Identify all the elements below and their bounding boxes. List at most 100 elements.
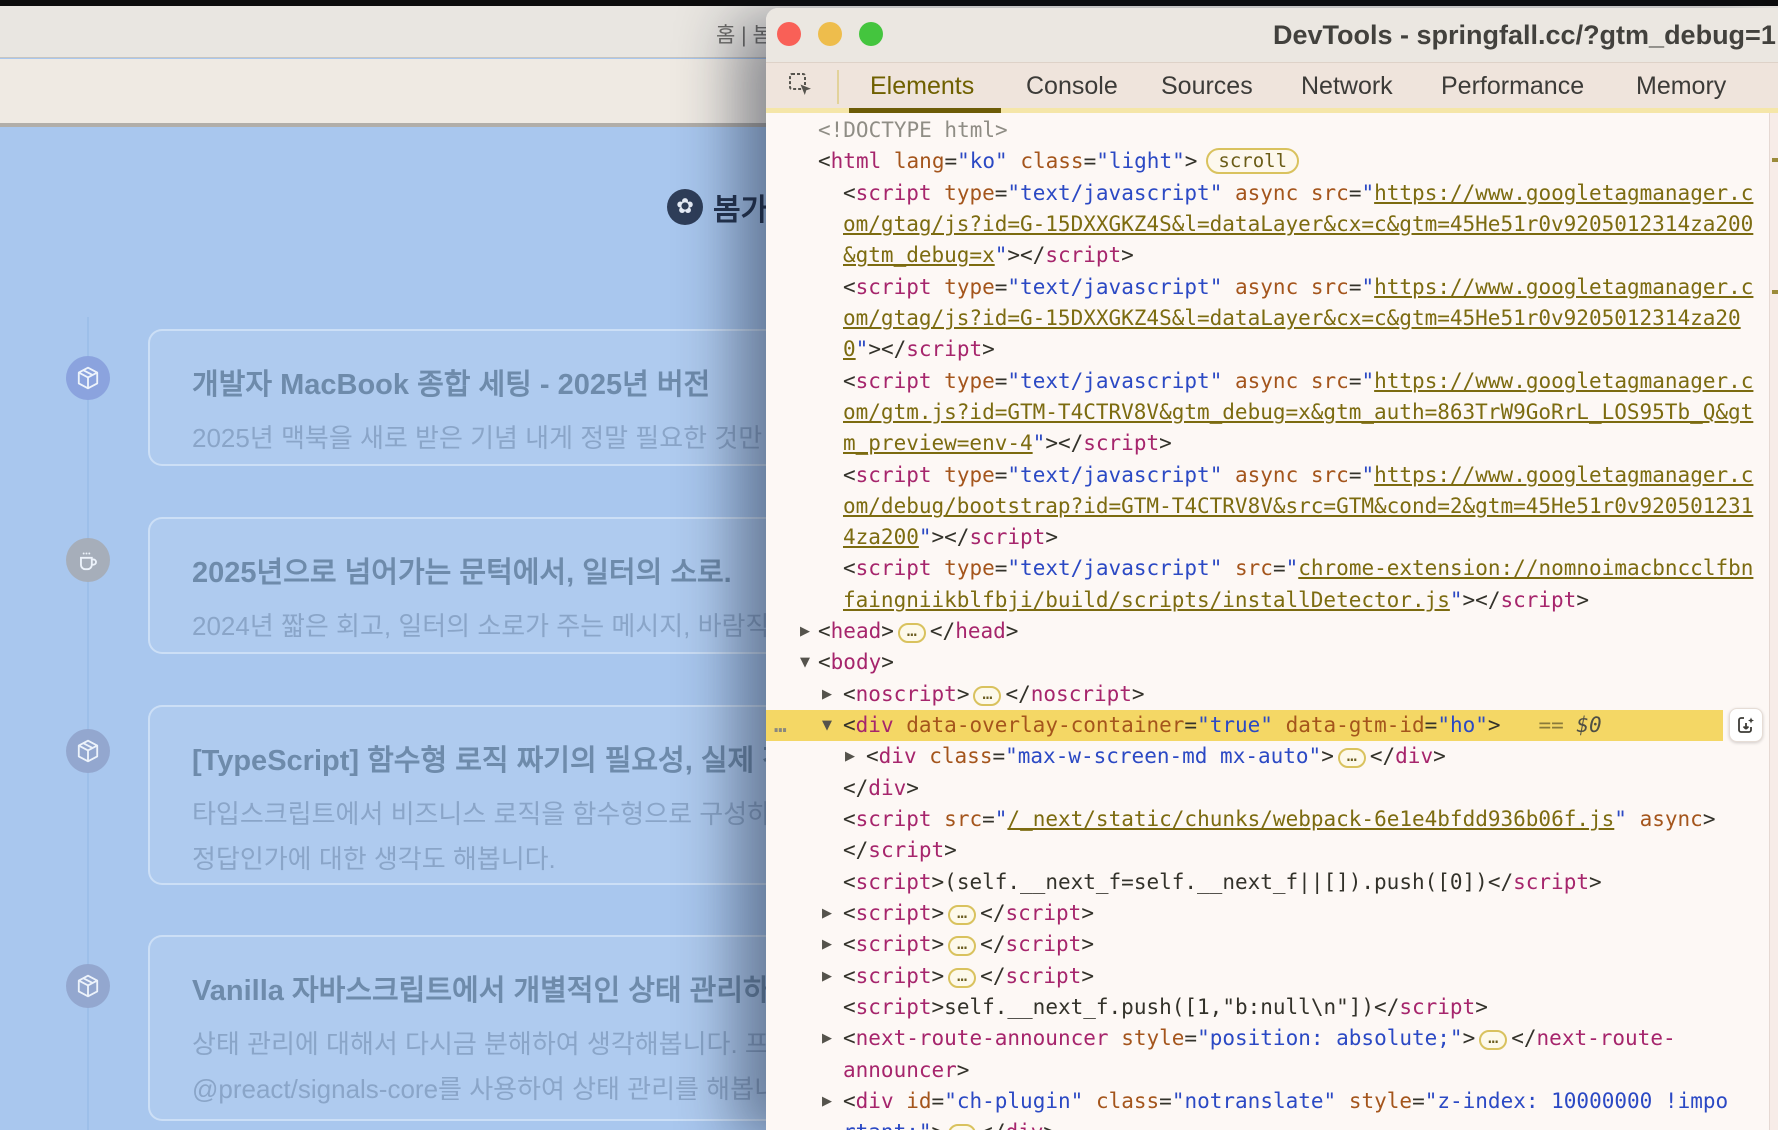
scrollbar-track[interactable] <box>1769 113 1778 1130</box>
tab-memory[interactable]: Memory <box>1636 72 1726 101</box>
code-token: div <box>856 1089 894 1113</box>
dom-tree-row[interactable]: ▶<script>…</script> <box>766 961 1769 992</box>
dom-tree-row[interactable]: <script type="text/javascript" async src… <box>766 272 1769 303</box>
code-token: == <box>1501 713 1577 737</box>
inspect-element-icon[interactable] <box>788 72 814 103</box>
dom-tree-row[interactable]: ▶<noscript>…</noscript> <box>766 679 1769 710</box>
tab-elements[interactable]: Elements <box>870 72 974 101</box>
code-token: "notranslate" <box>1172 1089 1336 1113</box>
row-options-dots[interactable]: … <box>774 710 788 741</box>
disclosure-triangle[interactable]: ▶ <box>822 929 832 960</box>
dom-tree-row[interactable]: m_preview=env-4"></script> <box>766 428 1769 459</box>
dom-tree-row[interactable]: ▶<next-route-announcer style="position: … <box>766 1023 1769 1054</box>
disclosure-triangle[interactable]: ▼ <box>800 647 810 678</box>
expand-ellipsis-badge[interactable]: … <box>973 686 1001 706</box>
code-token: < <box>843 807 856 831</box>
dom-tree-row[interactable]: <!DOCTYPE html> <box>766 115 1769 146</box>
dom-tree-row-selected[interactable]: …▼<div data-overlay-container="true" dat… <box>766 710 1723 741</box>
post-card[interactable]: [TypeScript] 함수형 로직 짜기의 필요성, 실제 적용, 그타입스… <box>148 705 828 885</box>
dom-tree-row[interactable]: ▶<head>…</head> <box>766 616 1769 647</box>
expand-ellipsis-badge[interactable]: … <box>948 968 976 988</box>
dom-tree-row[interactable]: ▶<div class="max-w-screen-md mx-auto">…<… <box>766 741 1769 772</box>
zoom-button[interactable] <box>859 22 883 46</box>
dom-tree-row[interactable]: </div> <box>766 773 1769 804</box>
dom-tree-row[interactable]: <script>(self.__next_f=self.__next_f||[]… <box>766 867 1769 898</box>
tab-network[interactable]: Network <box>1301 72 1393 101</box>
disclosure-triangle[interactable]: ▶ <box>822 898 832 929</box>
code-token: div <box>1005 1120 1043 1130</box>
dom-tree-row[interactable]: <script type="text/javascript" src="chro… <box>766 553 1769 584</box>
dom-tree-row[interactable]: om/gtm.js?id=GTM-T4CTRV8V&gtm_debug=x&gt… <box>766 397 1769 428</box>
expand-ellipsis-badge[interactable]: … <box>948 905 976 925</box>
disclosure-triangle[interactable]: ▶ <box>822 1023 832 1054</box>
expand-ellipsis-badge[interactable]: … <box>948 936 976 956</box>
expand-ellipsis-badge[interactable]: … <box>948 1124 976 1130</box>
dom-tree-row[interactable]: ▼<body> <box>766 647 1769 678</box>
expand-ellipsis-badge[interactable]: … <box>1338 748 1366 768</box>
code-token: class <box>929 744 992 768</box>
code-token: " <box>1033 431 1046 455</box>
devtools-titlebar[interactable]: DevTools - springfall.cc/?gtm_debug=1 <box>766 8 1778 62</box>
dom-tree-row[interactable]: faingniikblfbji/build/scripts/installDet… <box>766 585 1769 616</box>
dom-tree-row[interactable]: <script type="text/javascript" async src… <box>766 178 1769 209</box>
dom-tree-row[interactable]: ▶<div id="ch-plugin" class="notranslate"… <box>766 1086 1769 1117</box>
code-token: "text/javascript" <box>1007 369 1222 393</box>
dom-tree-row[interactable]: <script src="/_next/static/chunks/webpac… <box>766 804 1769 835</box>
dom-tree-row[interactable]: announcer> <box>766 1055 1769 1086</box>
dom-tree-row[interactable]: ▶<script>…</script> <box>766 898 1769 929</box>
code-token: om/gtm.js?id=GTM-T4CTRV8V&gtm_debug=x&gt… <box>843 400 1753 424</box>
code-token: > <box>1006 619 1019 643</box>
devtools-window: DevTools - springfall.cc/?gtm_debug=1 El… <box>766 8 1778 1130</box>
disclosure-triangle[interactable]: ▶ <box>822 961 832 992</box>
code-token <box>932 463 945 487</box>
tab-performance[interactable]: Performance <box>1441 72 1584 101</box>
dom-tree-row[interactable]: om/gtag/js?id=G-15DXXGKZ4S&l=dataLayer&c… <box>766 209 1769 240</box>
code-token: < <box>843 932 856 956</box>
code-token: < <box>843 682 856 706</box>
tab-sources[interactable]: Sources <box>1161 72 1253 101</box>
close-button[interactable] <box>777 22 801 46</box>
dom-tree-row[interactable]: ▶<script>…</script> <box>766 929 1769 960</box>
expand-ellipsis-badge[interactable]: … <box>898 623 926 643</box>
post-card[interactable]: Vanilla 자바스크립트에서 개별적인 상태 관리하기 (@p상태 관리에 … <box>148 935 828 1121</box>
post-card[interactable]: 2025년으로 넘어가는 문턱에서, 일터의 소로.2024년 짧은 회고, 일… <box>148 517 828 654</box>
code-token: > <box>932 995 945 1019</box>
code-token: > <box>1185 149 1198 173</box>
code-token: = <box>1159 1089 1172 1113</box>
code-token <box>1222 369 1235 393</box>
disclosure-triangle[interactable]: ▶ <box>822 679 832 710</box>
dom-tree-row[interactable]: om/debug/bootstrap?id=GTM-T4CTRV8V&src=G… <box>766 491 1769 522</box>
ai-assistant-button[interactable] <box>1729 708 1763 742</box>
tab-console[interactable]: Console <box>1026 72 1118 101</box>
code-token: div <box>856 713 894 737</box>
disclosure-triangle[interactable]: ▼ <box>822 710 832 741</box>
disclosure-triangle[interactable]: ▶ <box>800 616 810 647</box>
dom-tree-row[interactable]: <script>self.__next_f.push([1,"b:null\n"… <box>766 992 1769 1023</box>
elements-dom-tree[interactable]: <!DOCTYPE html><html lang="ko" class="li… <box>766 113 1769 1130</box>
code-token: < <box>843 901 856 925</box>
dom-node-text: <script type="text/javascript" async src… <box>843 178 1753 209</box>
dom-tree-row[interactable]: <html lang="ko" class="light">scroll <box>766 146 1769 177</box>
expand-ellipsis-badge[interactable]: … <box>1479 1030 1507 1050</box>
disclosure-triangle[interactable]: ▶ <box>822 1086 832 1117</box>
scroll-badge[interactable]: scroll <box>1206 148 1299 174</box>
code-token: </ <box>980 1120 1005 1130</box>
dom-tree-row[interactable]: &gtm_debug=x"></script> <box>766 240 1769 271</box>
minimize-button[interactable] <box>818 22 842 46</box>
code-token: < <box>843 181 856 205</box>
code-token: > <box>1132 682 1145 706</box>
code-token: = <box>932 1089 945 1113</box>
dom-tree-row[interactable]: </script> <box>766 835 1769 866</box>
ai-sparkle-bracket-icon <box>1736 715 1756 735</box>
code-token: > <box>1488 713 1501 737</box>
dom-tree-row[interactable]: 0"></script> <box>766 334 1769 365</box>
dom-tree-row[interactable]: rtant;">…</div> <box>766 1117 1769 1130</box>
dom-tree-row[interactable]: 4za200"></script> <box>766 522 1769 553</box>
dom-tree-row[interactable]: <script type="text/javascript" async src… <box>766 366 1769 397</box>
post-card[interactable]: 개발자 MacBook 종합 세팅 - 2025년 버전2025년 맥북을 새로… <box>148 329 828 466</box>
dom-tree-row[interactable]: <script type="text/javascript" async src… <box>766 460 1769 491</box>
dom-tree-row[interactable]: om/gtag/js?id=G-15DXXGKZ4S&l=dataLayer&c… <box>766 303 1769 334</box>
code-token: = <box>1425 713 1438 737</box>
code-token <box>1298 275 1311 299</box>
disclosure-triangle[interactable]: ▶ <box>845 741 855 772</box>
